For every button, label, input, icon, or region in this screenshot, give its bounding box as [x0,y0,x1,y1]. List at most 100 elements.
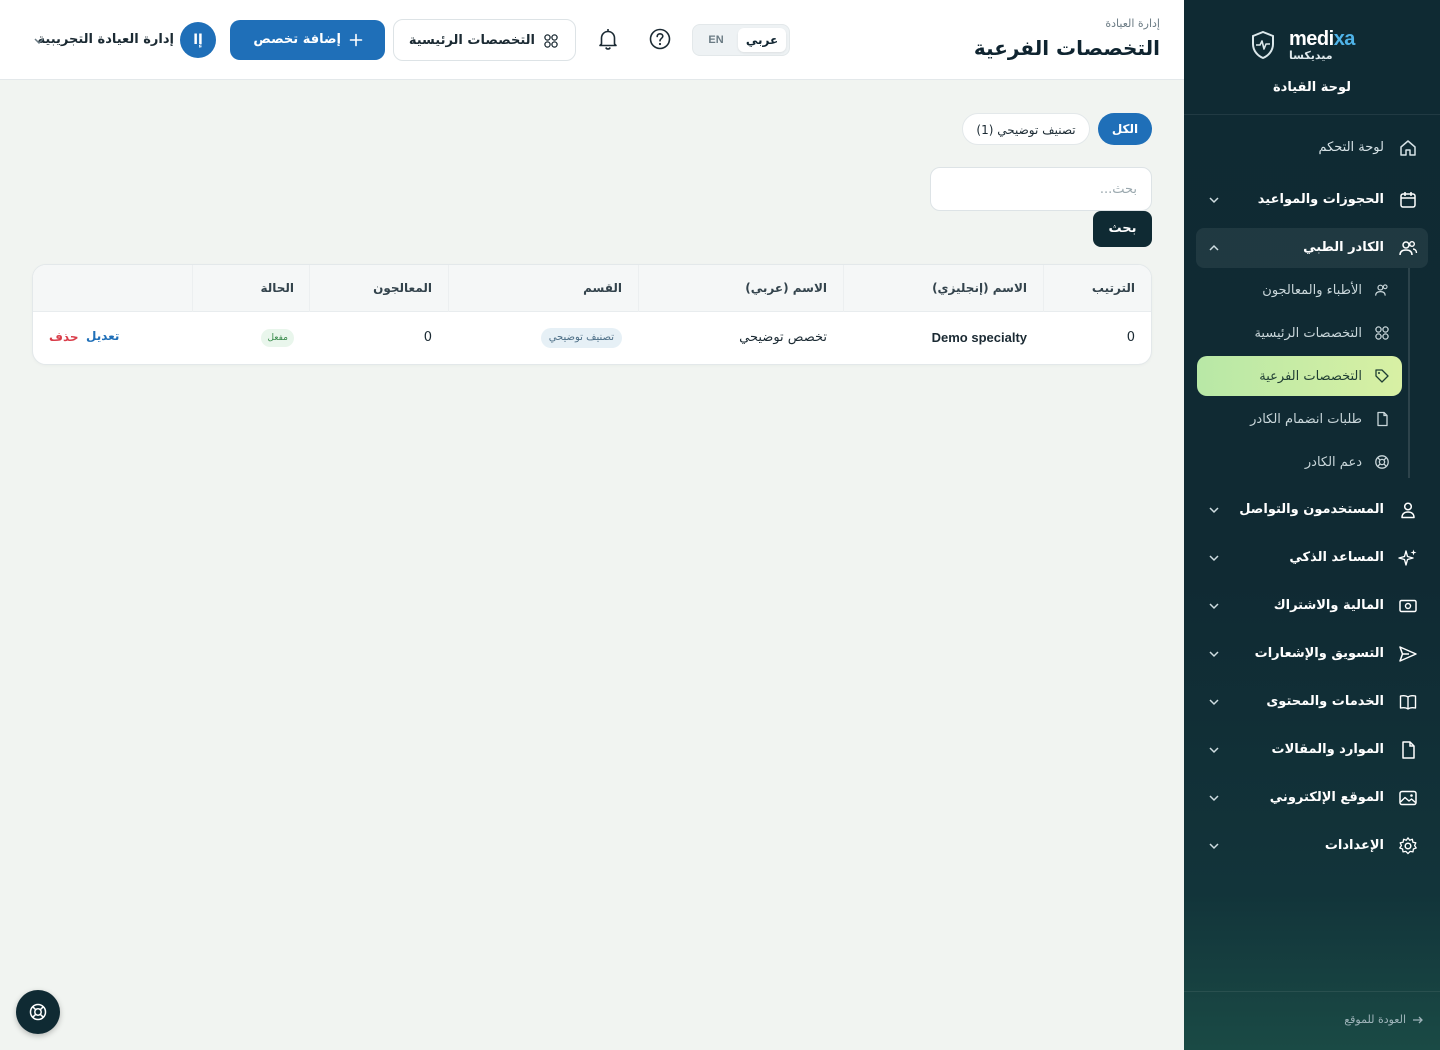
chevron-down-icon[interactable] [33,35,45,47]
plus-icon [349,33,363,47]
lifebuoy-icon [29,1003,47,1021]
arrow-right-icon [1413,1016,1423,1023]
search-input[interactable] [930,167,1152,211]
column-header-order[interactable]: الترتيب [1092,281,1135,295]
sidebar-item-bookings[interactable]: الحجوزات والمواعيد [1196,180,1428,220]
specialties-table: الترتيب الاسم (إنجليزي) الاسم (عربي) الق… [32,264,1152,365]
file-icon [1402,741,1415,759]
clinic-selector-label[interactable]: إدارة العيادة التجريبية [38,32,174,47]
grid-icon [1375,326,1389,340]
book-icon [1399,695,1417,710]
help-icon[interactable] [647,26,673,52]
sidebar-item-label: المالية والاشتراك [1273,598,1384,613]
sidebar-item-settings[interactable]: الإعدادات [1196,826,1428,866]
language-switch[interactable]: عربي EN [692,24,790,56]
main-specialties-button[interactable]: التخصصات الرئيسية [393,19,576,61]
file-icon [1377,411,1388,427]
sidebar-item-label: المستخدمون والتواصل [1239,502,1384,517]
avatar[interactable]: إا [180,22,216,58]
category-badge: تصنيف توضيحي [540,328,622,348]
chevron-down-icon [1209,507,1219,514]
tag-icon [1375,369,1389,383]
table-header: الترتيب الاسم (إنجليزي) الاسم (عربي) الق… [33,265,1151,312]
chevron-down-icon [1209,197,1219,204]
page-title: التخصصات الفرعية [973,36,1160,60]
sidebar-subitem-label: التخصصات الفرعية [1259,369,1362,384]
grid-icon [544,34,558,48]
sidebar-subitem-doctors[interactable]: الأطباء والمعالجون [1197,270,1402,310]
lang-ar-option[interactable]: عربي [738,28,786,52]
sidebar-item-marketing[interactable]: التسويق والإشعارات [1196,634,1428,674]
cell-name-ar: تخصص توضيحي [739,330,827,345]
sidebar-item-label: الخدمات والمحتوى [1266,694,1384,709]
sidebar-subitem-main-specialties[interactable]: التخصصات الرئيسية [1197,313,1402,353]
chevron-down-icon [1209,699,1219,706]
column-divider [192,265,193,312]
chevron-down-icon [1209,795,1219,802]
column-header-status[interactable]: الحالة [260,281,294,295]
sidebar-subitem-label: طلبات انضمام الكادر [1250,412,1362,427]
sidebar-item-dashboard[interactable]: لوحة التحكم [1196,128,1428,168]
sidebar-subitem-label: التخصصات الرئيسية [1254,326,1362,341]
sidebar-subitem-staff-support[interactable]: دعم الكادر [1197,442,1402,482]
users-icon [1399,241,1418,256]
gear-icon [1399,837,1417,855]
user-icon [1401,502,1415,519]
brand-name-ar: ميديكسا [1289,49,1333,62]
sidebar-item-label: الكادر الطبي [1303,240,1384,255]
support-button[interactable] [16,990,60,1034]
sidebar-item-label: المساعد الذكي [1289,550,1384,565]
sidebar-item-label: الحجوزات والمواعيد [1257,192,1384,207]
status-badge: مفعل [261,329,294,347]
divider [1184,114,1440,115]
column-divider [1043,265,1044,312]
main-specialties-button-label: التخصصات الرئيسية [408,33,535,48]
send-icon [1399,646,1417,662]
cell-practitioners: 0 [423,330,432,345]
column-header-category[interactable]: القسم [583,281,622,295]
submenu-line [1408,268,1410,478]
sidebar-subitem-sub-specialties[interactable]: التخصصات الفرعية [1197,356,1402,396]
divider [1184,991,1440,992]
chevron-down-icon [1209,843,1219,850]
sidebar-item-label: الموقع الإلكتروني [1269,790,1384,805]
cell-name-en: Demo specialty [931,330,1027,345]
filter-all[interactable]: الكل [1098,113,1152,145]
breadcrumb[interactable]: إدارة العيادة [1105,17,1160,30]
lang-en-option[interactable]: EN [699,28,733,52]
cell-order: 0 [1126,330,1135,345]
brand-name-en: medixa [1289,28,1355,50]
sidebar-item-label: التسويق والإشعارات [1254,646,1384,661]
sidebar-subitem-label: دعم الكادر [1304,455,1362,470]
sidebar-item-users[interactable]: المستخدمون والتواصل [1196,490,1428,530]
chevron-down-icon [1209,555,1219,562]
back-to-site-link[interactable]: العودة للموقع [1344,1013,1424,1026]
chevron-down-icon [1209,603,1219,610]
add-specialty-button[interactable]: إضافة تخصص [230,20,385,60]
sidebar-subitem-join-requests[interactable]: طلبات انضمام الكادر [1197,399,1402,439]
users-icon [1375,284,1388,296]
column-header-practitioners[interactable]: المعالجون [373,281,432,295]
brand[interactable]: medixa ميديكسا [1184,28,1440,68]
sidebar-item-ai-assistant[interactable]: المساعد الذكي [1196,538,1428,578]
home-icon [1400,140,1416,156]
edit-button[interactable]: تعديل [86,329,119,343]
column-header-name-ar[interactable]: الاسم (عربي) [745,281,827,295]
filter-demo-category[interactable]: تصنيف توضيحي (1) [962,113,1090,145]
bell-icon[interactable] [595,26,621,52]
sidebar-item-services[interactable]: الخدمات والمحتوى [1196,682,1428,722]
sidebar-item-label: الإعدادات [1324,838,1384,853]
column-header-name-en[interactable]: الاسم (إنجليزي) [932,281,1027,295]
sidebar-title: لوحة القيادة [1272,80,1352,95]
sidebar-item-finance[interactable]: المالية والاشتراك [1196,586,1428,626]
sidebar-item-label: لوحة التحكم [1318,140,1384,155]
sidebar-item-website[interactable]: الموقع الإلكتروني [1196,778,1428,818]
column-divider [448,265,449,312]
back-to-site-label: العودة للموقع [1344,1013,1406,1026]
sidebar-item-resources[interactable]: الموارد والمقالات [1196,730,1428,770]
sidebar-subitem-label: الأطباء والمعالجون [1262,283,1362,298]
sidebar-item-medical-staff[interactable]: الكادر الطبي [1196,228,1428,268]
search-button[interactable]: بحث [1093,211,1152,247]
shield-pulse-icon [1252,31,1274,59]
delete-button[interactable]: حذف [49,330,79,344]
